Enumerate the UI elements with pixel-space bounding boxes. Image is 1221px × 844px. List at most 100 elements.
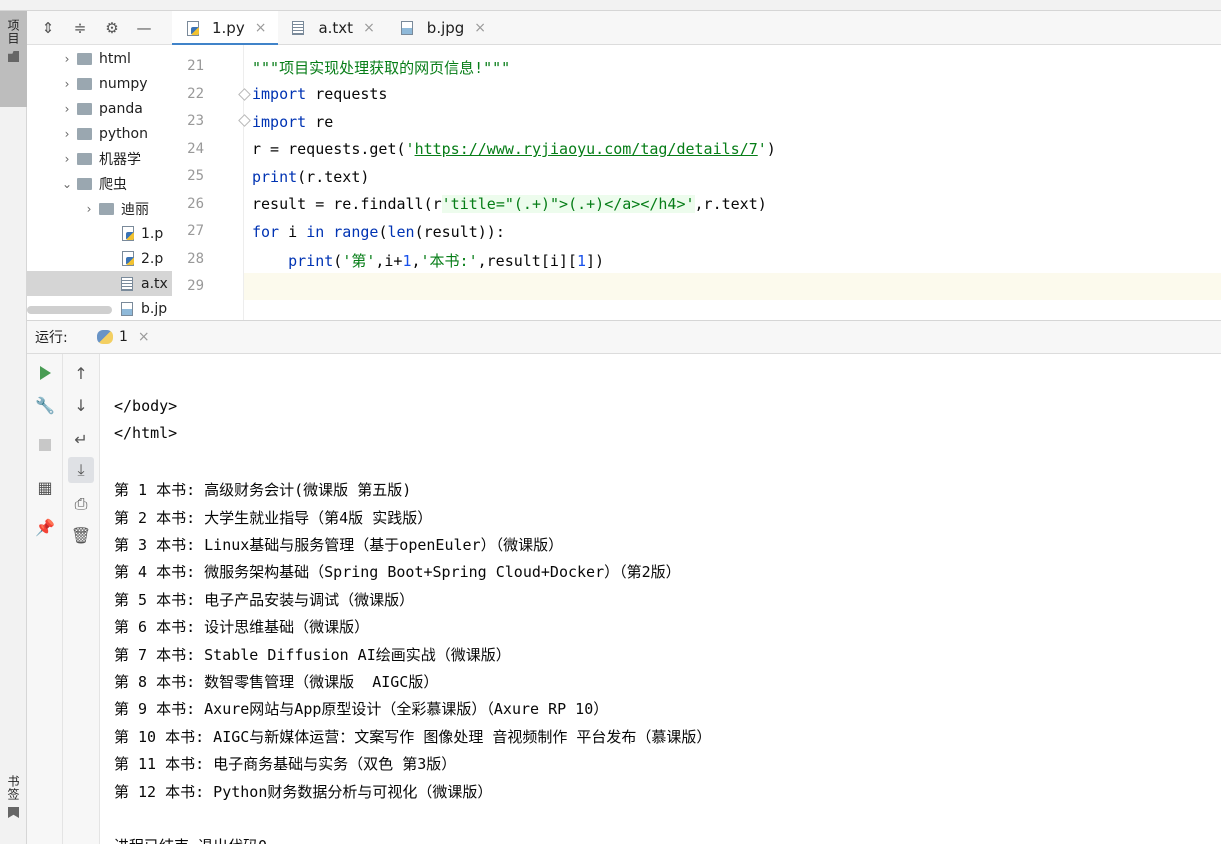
bookmark-icon (8, 807, 19, 818)
tree-item[interactable]: › html (27, 46, 172, 71)
collapse-all-icon[interactable]: ≑ (69, 17, 91, 39)
left-tool-strip: 项目 书签 (0, 11, 27, 844)
chevron-right-icon[interactable]: › (57, 102, 77, 116)
rerun-button[interactable] (32, 360, 58, 386)
close-icon[interactable]: × (474, 20, 486, 36)
print-icon[interactable]: ⎙ (68, 491, 94, 517)
bookmarks-tool-tab-label: 书签 (6, 775, 20, 801)
line-number: 27 (187, 223, 204, 239)
code-line: result = re.findall(r'title="(.+)">(.+)<… (252, 195, 767, 213)
console-line: 第 5 本书: 电子产品安装与调试（微课版） (114, 590, 415, 609)
tree-item-label: python (99, 125, 148, 142)
tree-item[interactable]: a.tx (27, 271, 172, 296)
editor-tab[interactable]: b.jpg × (387, 11, 498, 45)
run-toolbar-secondary: ↑ ↓ ↵ ⤓ ⎙ 🗑 (63, 354, 100, 844)
line-number: 29 (187, 278, 204, 294)
console-line: 第 4 本书: 微服务架构基础（Spring Boot+Spring Cloud… (114, 563, 681, 582)
chevron-right-icon[interactable]: › (57, 77, 77, 91)
project-tree: › html › numpy › panda › python › 机器学 ⌄ 爬虫 › 迪丽 1.p 2.p… (27, 45, 172, 320)
line-number: 28 (187, 250, 204, 267)
chevron-down-icon[interactable]: ⌄ (57, 177, 77, 191)
layout-icon[interactable]: ▦ (32, 474, 58, 500)
editor-tab[interactable]: 1.py × (172, 11, 279, 46)
console-line: 第 1 本书: 高级财务会计(微课版 第五版) (114, 481, 412, 500)
expand-all-icon[interactable]: ⇕ (37, 17, 59, 39)
tree-item-label: numpy (99, 75, 148, 92)
close-icon[interactable]: × (138, 329, 150, 345)
console-line: 第 9 本书: Axure网站与App原型设计（全彩慕课版）（Axure RP … (114, 700, 609, 719)
editor-tab-label: b.jpg (426, 19, 465, 37)
code-line: print('第',i+1,'本书:',result[i][1]) (288, 252, 605, 270)
chevron-right-icon[interactable]: › (79, 202, 99, 216)
tree-item-label: b.jp (141, 300, 168, 317)
chevron-right-icon[interactable]: › (57, 52, 77, 66)
code-line: print(r.text) (252, 168, 370, 186)
code-line: for i in range(len(result)): (252, 223, 505, 241)
chevron-right-icon[interactable]: › (57, 152, 77, 166)
scroll-to-end-icon[interactable]: ⤓ (68, 457, 94, 483)
tree-item[interactable]: › 迪丽 (27, 196, 172, 221)
minimize-icon[interactable]: — (133, 17, 155, 39)
pin-icon[interactable]: 📌 (32, 514, 58, 540)
folder-icon (77, 52, 92, 65)
wrench-icon[interactable]: 🔧 (32, 392, 58, 418)
code-line: r = requests.get('https://www.ryjiaoyu.c… (252, 140, 776, 158)
console-output[interactable]: </body> </html> 第 1 本书: 高级财务会计(微课版 第五版) 第 2… (100, 354, 1221, 844)
arrow-down-icon[interactable]: ↓ (68, 392, 94, 418)
close-icon[interactable]: × (255, 20, 267, 36)
chevron-right-icon[interactable]: › (57, 127, 77, 141)
code-line: """项目实现处理获取的网页信息!""" (252, 59, 511, 77)
arrow-up-icon[interactable]: ↑ (68, 360, 94, 386)
window-header-sliver (0, 0, 1221, 11)
run-panel-label: 运行: (35, 330, 68, 346)
line-number: 24 (187, 140, 204, 157)
console-line: 第 7 本书: Stable Diffusion AI绘画实战（微课版） (114, 645, 511, 664)
folder-icon (8, 51, 19, 62)
text-file-icon (292, 21, 305, 35)
editor-tab-label: 1.py (212, 19, 245, 37)
tree-item-label: 1.p (141, 225, 164, 242)
folder-icon (77, 127, 92, 140)
console-line: 第 12 本书: Python财务数据分析与可视化（微课版） (114, 782, 493, 801)
tree-item-label: 2.p (141, 250, 164, 267)
run-tab[interactable]: 1 × (89, 320, 158, 354)
tree-item[interactable]: › panda (27, 96, 172, 121)
soft-wrap-icon[interactable]: ↵ (68, 426, 94, 452)
console-line: 第 2 本书: 大学生就业指导（第4版 实践版） (114, 508, 433, 527)
tree-item[interactable]: 2.p (27, 246, 172, 271)
editor-tab[interactable]: a.txt × (278, 11, 386, 45)
tree-item[interactable]: › 机器学 (27, 146, 172, 171)
code-line: import re (252, 113, 334, 131)
tree-item-label: html (99, 50, 131, 67)
trash-icon[interactable]: 🗑 (68, 522, 94, 548)
gear-icon[interactable]: ⚙ (101, 17, 123, 39)
stop-icon (39, 439, 51, 451)
image-file-icon (400, 21, 413, 35)
folder-icon (77, 77, 92, 90)
stop-button[interactable] (32, 432, 58, 458)
run-panel-header: 运行: 1 × (27, 320, 1221, 354)
line-number-gutter: 21 22 23 24 25 26 27 28 29 (172, 45, 244, 320)
folder-icon (77, 177, 92, 190)
bookmarks-tool-tab[interactable]: 书签 (0, 771, 27, 841)
tree-item[interactable]: ⌄ 爬虫 (27, 171, 172, 196)
editor-tab-label: a.txt (318, 19, 354, 37)
line-number: 25 (187, 168, 204, 184)
line-number: 21 (187, 58, 204, 74)
project-tool-tab[interactable]: 项目 (0, 11, 27, 107)
project-tree-scrollbar[interactable] (27, 306, 112, 314)
console-line: 第 8 本书: 数智零售管理（微课版 AIGC版） (114, 673, 439, 691)
tree-item[interactable]: › python (27, 121, 172, 146)
tree-item[interactable]: › numpy (27, 71, 172, 96)
tree-item[interactable]: 1.p (27, 221, 172, 246)
editor-tab-bar: 1.py × a.txt × b.jpg × (172, 11, 1221, 46)
tree-item-label: a.tx (141, 275, 168, 292)
python-file-icon (121, 251, 135, 266)
code-editor[interactable]: 21 22 23 24 25 26 27 28 29 """项目实现处理获取的网页信息!""" … (172, 45, 1221, 320)
play-icon (39, 366, 51, 380)
code-line: import requests (252, 85, 388, 103)
image-file-icon (121, 301, 133, 316)
folder-icon (99, 202, 114, 215)
run-toolbar-primary: 🔧 ▦ 📌 (27, 354, 63, 844)
close-icon[interactable]: × (363, 20, 375, 36)
